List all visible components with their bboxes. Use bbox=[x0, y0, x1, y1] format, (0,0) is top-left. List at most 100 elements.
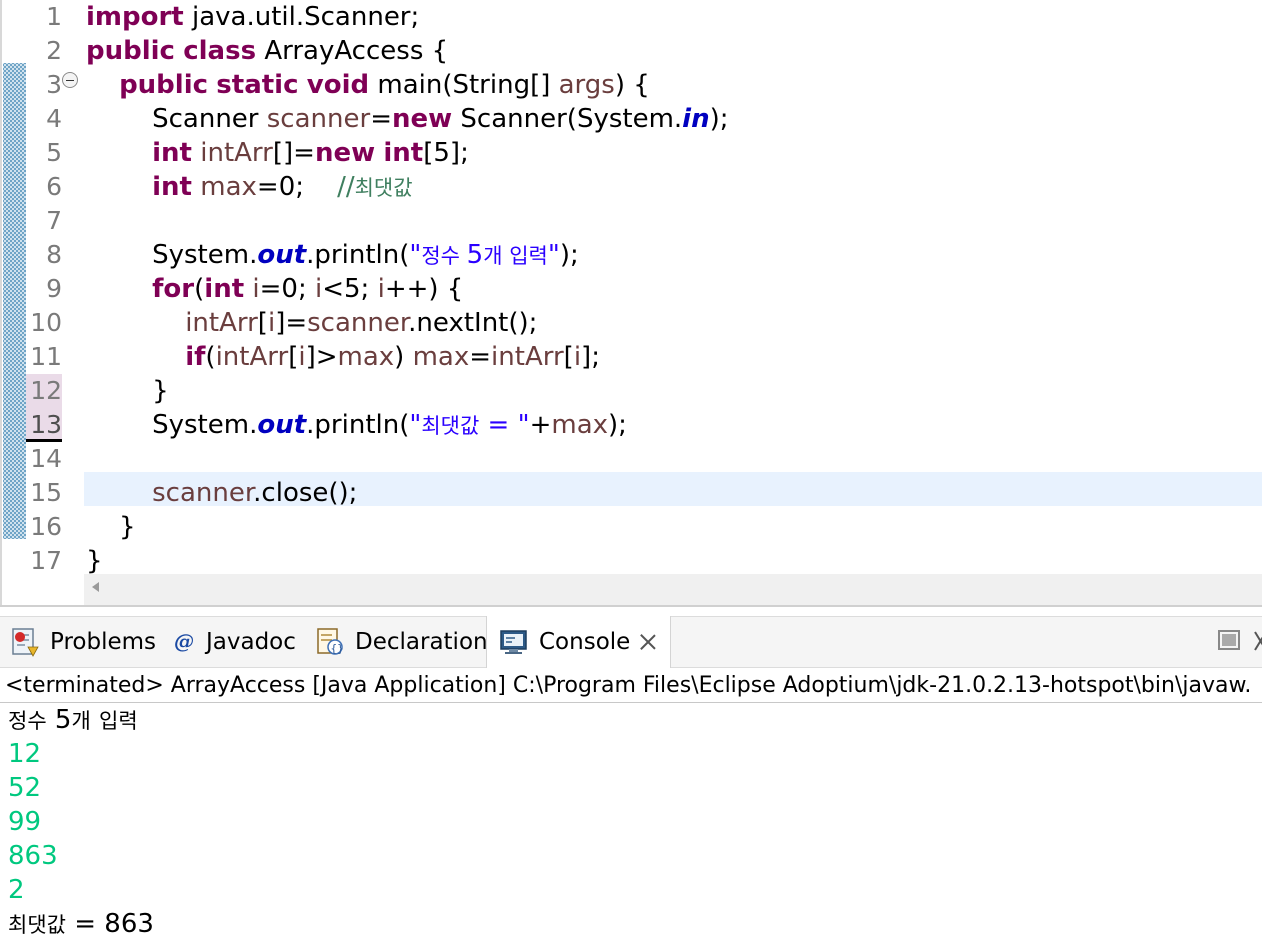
code-token: int bbox=[152, 172, 192, 202]
code-token: <5; bbox=[322, 274, 378, 304]
line-number: 2 bbox=[46, 36, 62, 65]
code-line[interactable]: if(intArr[i]>max) max=intArr[i]; bbox=[86, 340, 600, 374]
code-line[interactable]: } bbox=[86, 510, 136, 544]
code-token: =0; bbox=[259, 274, 315, 304]
line-number: 1 bbox=[46, 2, 62, 31]
code-token: max bbox=[200, 172, 257, 202]
code-token: 정수 bbox=[421, 244, 467, 268]
line-number: 15 bbox=[30, 478, 62, 507]
console-input-line: 99 bbox=[8, 807, 42, 837]
console-icon bbox=[499, 627, 529, 657]
close-icon[interactable] bbox=[640, 634, 656, 650]
code-token: i bbox=[298, 342, 306, 372]
code-token: = bbox=[370, 104, 392, 134]
line-number: 6 bbox=[46, 172, 62, 201]
code-token: " bbox=[409, 410, 422, 440]
tab-console[interactable]: Console bbox=[486, 616, 671, 668]
tab-declaration-label: Declaration bbox=[355, 629, 488, 655]
code-token: 개 입력 bbox=[483, 244, 548, 268]
code-token: ]= bbox=[275, 308, 308, 338]
code-token: .println( bbox=[306, 240, 410, 270]
line-number: 10 bbox=[30, 308, 62, 337]
code-token: intArr bbox=[200, 138, 273, 168]
code-token: [ bbox=[563, 342, 574, 372]
console-input-line: 12 bbox=[8, 739, 42, 769]
scroll-left-arrow-icon[interactable] bbox=[92, 582, 99, 592]
fold-collapse-icon[interactable] bbox=[62, 72, 78, 88]
code-line[interactable]: } bbox=[86, 544, 103, 578]
code-token: " bbox=[409, 240, 422, 270]
line-number: 9 bbox=[46, 274, 62, 303]
code-token: System. bbox=[86, 240, 258, 270]
code-line[interactable]: scanner.close(); bbox=[86, 476, 357, 510]
code-line[interactable]: int max=0; //최댓값 bbox=[86, 170, 413, 204]
code-area[interactable]: import java.util.Scanner; public class Ar… bbox=[84, 0, 1262, 576]
code-token: ); bbox=[709, 104, 729, 134]
minimize-icon[interactable] bbox=[1218, 630, 1240, 650]
quick-diff-change-bar bbox=[3, 63, 26, 539]
code-token: ]> bbox=[305, 342, 338, 372]
tab-problems[interactable]: Problems bbox=[10, 617, 156, 667]
code-token: out bbox=[257, 410, 307, 440]
code-token: " bbox=[547, 240, 560, 270]
code-token: [ bbox=[288, 342, 299, 372]
code-token: 최댓값 bbox=[354, 176, 413, 200]
code-token: .nextInt(); bbox=[408, 308, 538, 338]
code-token: args bbox=[558, 70, 615, 100]
tab-declaration[interactable]: {} Declaration bbox=[315, 617, 488, 667]
code-token: public bbox=[119, 70, 209, 100]
svg-text:{}: {} bbox=[331, 642, 344, 655]
code-token: 최댓값 bbox=[421, 414, 480, 438]
code-line[interactable]: int intArr[]=new int[5]; bbox=[86, 136, 469, 170]
line-number: 14 bbox=[30, 444, 62, 473]
code-token: } bbox=[86, 512, 136, 542]
code-token: scanner bbox=[266, 104, 371, 134]
line-number: 13 bbox=[26, 408, 62, 442]
code-token: new bbox=[391, 104, 453, 134]
line-number: 17 bbox=[30, 546, 62, 575]
code-line[interactable]: Scanner scanner=new Scanner(System.in); bbox=[86, 102, 729, 136]
code-token: =0; bbox=[256, 172, 338, 202]
code-editor[interactable]: 1 2 3 4 5 6 7 8 9 10 11 12 13 14 15 16 17 import java.ut… bbox=[0, 0, 1262, 607]
console-input-line: 52 bbox=[8, 773, 42, 803]
code-token: new bbox=[314, 138, 376, 168]
code-token: java.util.Scanner; bbox=[183, 2, 420, 32]
code-token: + bbox=[529, 410, 552, 440]
code-token: int bbox=[204, 274, 245, 304]
line-number: 5 bbox=[46, 138, 62, 167]
code-token: ArrayAccess { bbox=[256, 36, 449, 66]
code-token: // bbox=[337, 172, 355, 202]
code-token: max bbox=[337, 342, 395, 372]
code-token: []= bbox=[272, 138, 315, 168]
code-token: ); bbox=[608, 410, 627, 440]
code-line[interactable]: import java.util.Scanner; bbox=[86, 0, 419, 34]
maximize-icon[interactable] bbox=[1252, 628, 1262, 654]
code-token: intArr bbox=[215, 342, 289, 372]
code-line[interactable]: System.out.println("정수 5개 입력"); bbox=[86, 238, 579, 272]
code-token: intArr bbox=[185, 308, 258, 338]
code-line[interactable]: intArr[i]=scanner.nextInt(); bbox=[86, 306, 537, 340]
console-process-description: <terminated> ArrayAccess [Java Applicati… bbox=[0, 669, 1262, 703]
code-line[interactable]: for(int i=0; i<5; i++) { bbox=[86, 272, 463, 306]
line-number: 8 bbox=[46, 240, 62, 269]
console-output[interactable]: 정수 5개 입력 12 52 99 863 2 최댓값 = 863 bbox=[0, 703, 1262, 942]
code-line[interactable]: public class ArrayAccess { bbox=[86, 34, 448, 68]
code-line[interactable]: System.out.println("최댓값 = "+max); bbox=[86, 408, 627, 442]
code-line[interactable]: public static void main(String[] args) { bbox=[86, 68, 650, 102]
declaration-icon: {} bbox=[315, 627, 345, 657]
horizontal-scrollbar[interactable] bbox=[84, 574, 1262, 606]
code-token: ( bbox=[205, 342, 216, 372]
line-number: 11 bbox=[30, 342, 62, 371]
console-output-line: 최댓값 = 863 bbox=[8, 909, 154, 939]
bottom-panel-tabbar: Problems @ Javadoc {} Declaration Consol… bbox=[0, 616, 1262, 668]
code-line[interactable]: } bbox=[86, 374, 169, 408]
tab-problems-label: Problems bbox=[50, 629, 157, 655]
tab-javadoc[interactable]: @ Javadoc bbox=[172, 617, 296, 667]
code-token: .close(); bbox=[253, 478, 358, 508]
